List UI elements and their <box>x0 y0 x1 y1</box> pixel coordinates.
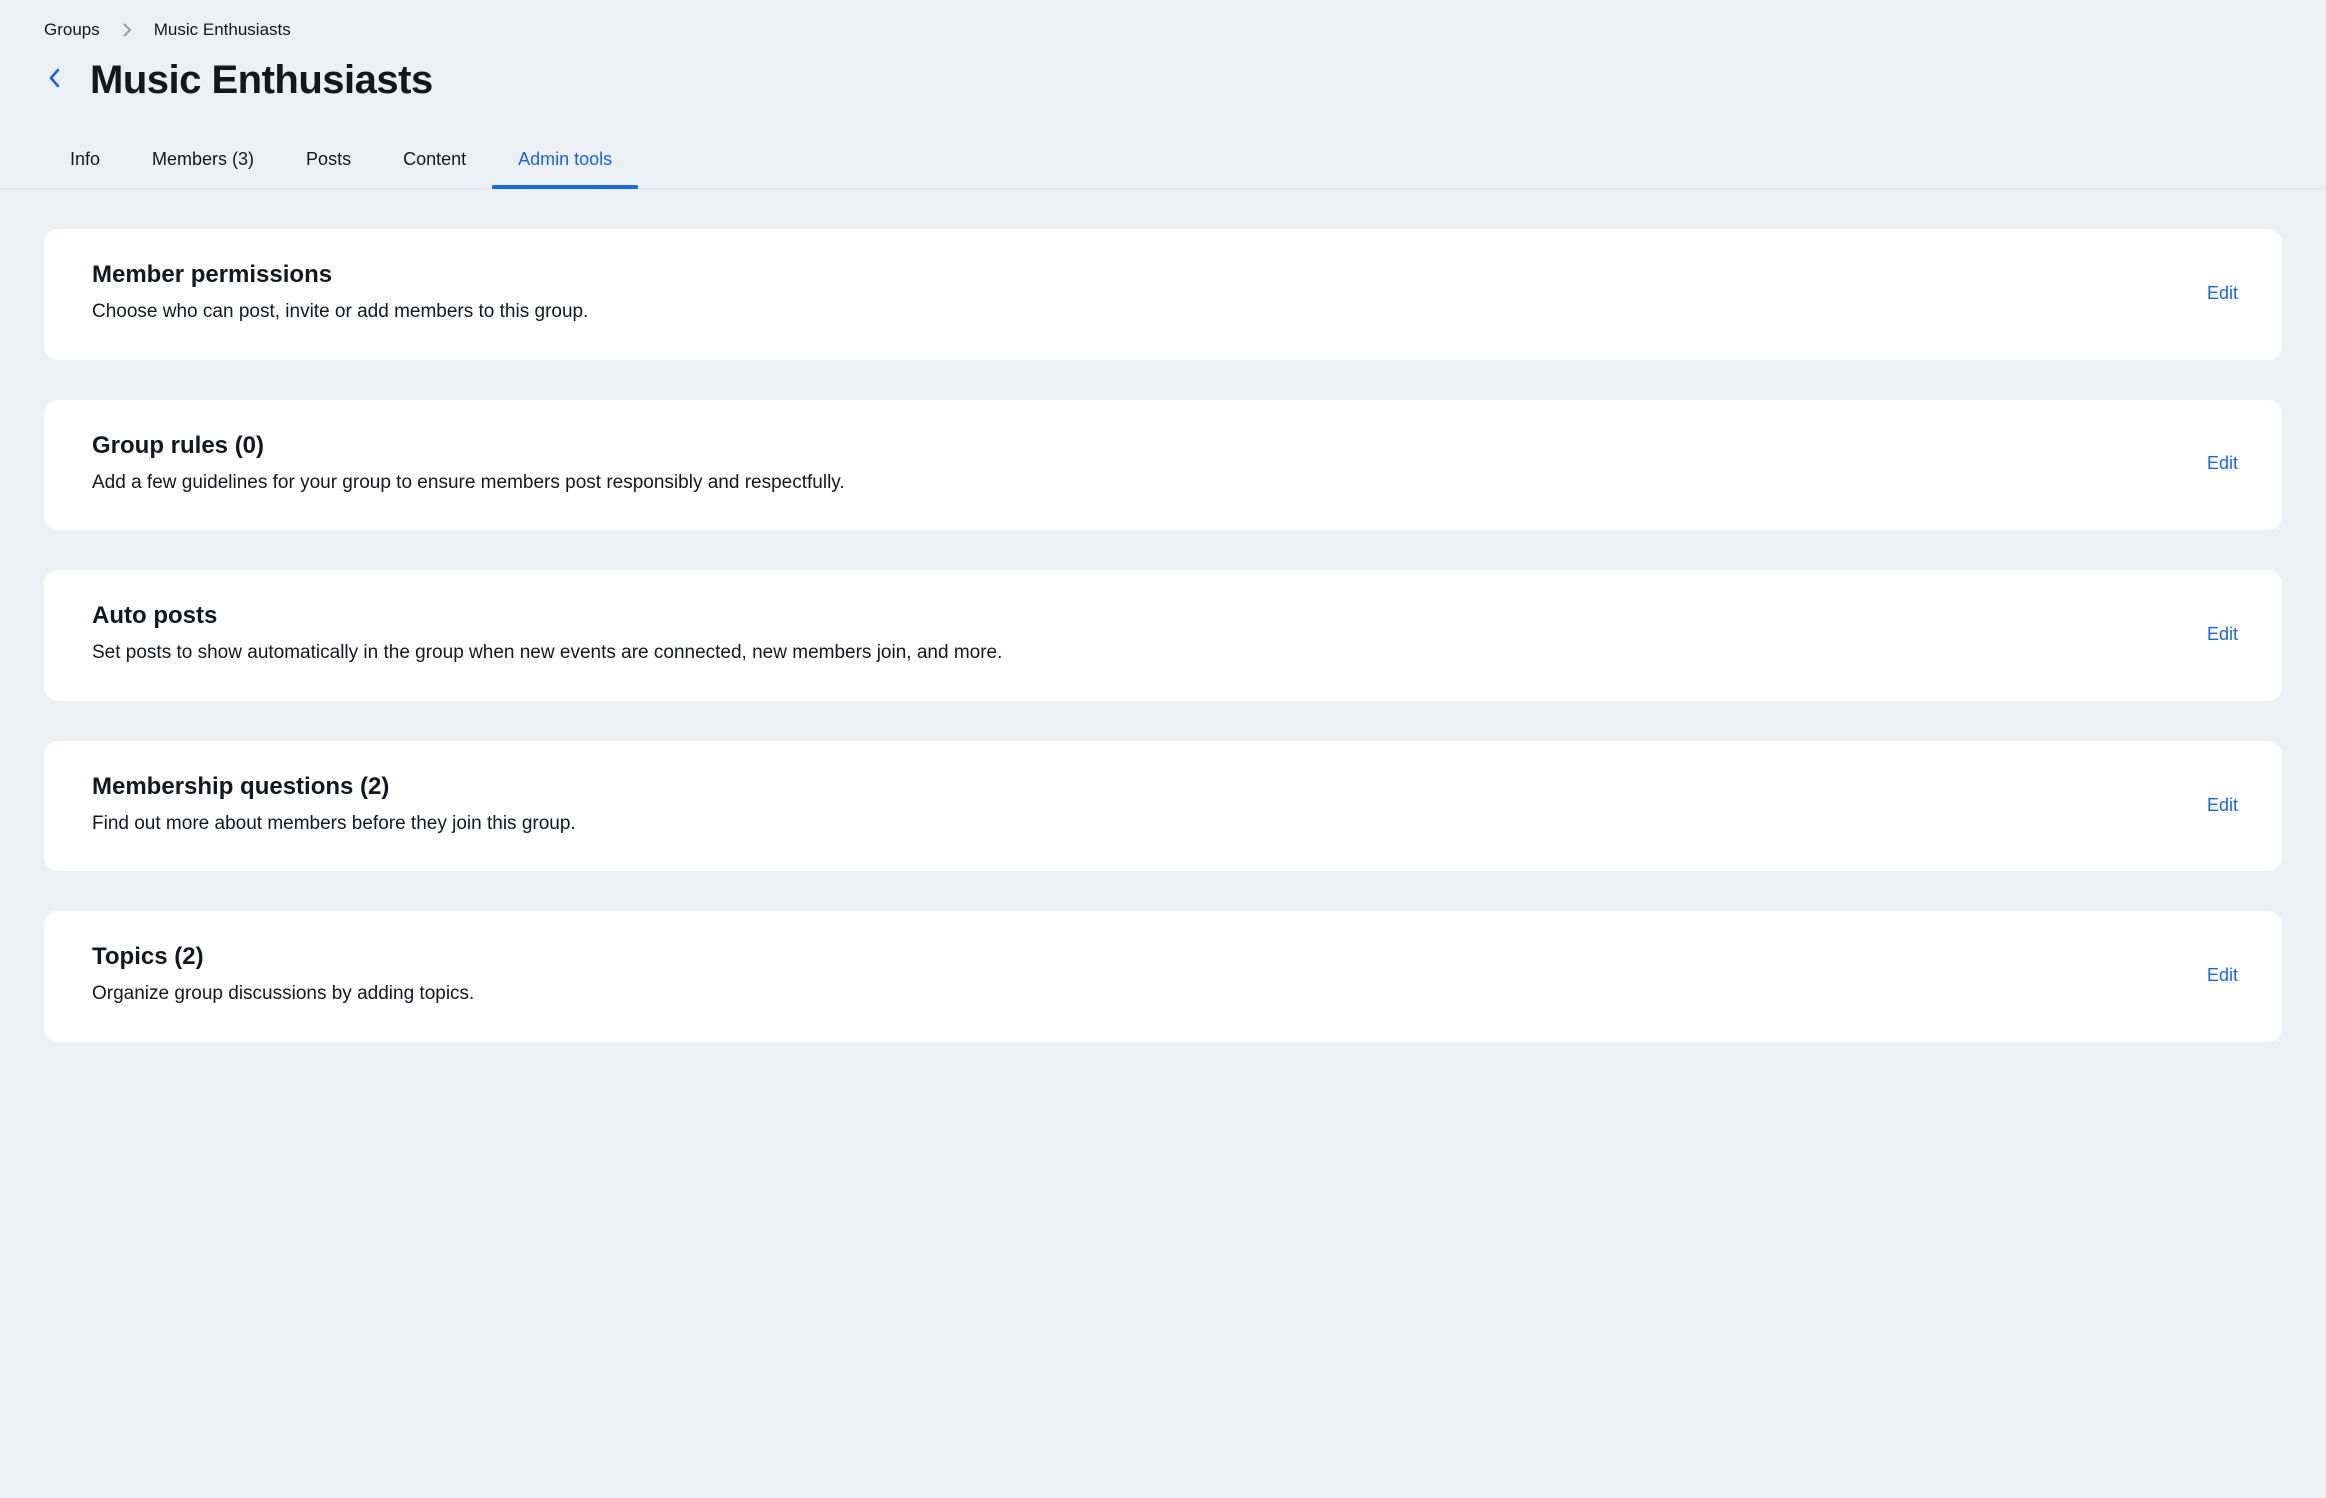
card-text: Topics (2) Organize group discussions by… <box>92 943 474 1008</box>
edit-auto-posts-button[interactable]: Edit <box>2203 620 2242 649</box>
chevron-left-icon <box>48 67 62 94</box>
card-title: Auto posts <box>92 602 1002 630</box>
tab-members[interactable]: Members (3) <box>126 135 280 188</box>
card-desc: Add a few guidelines for your group to e… <box>92 470 845 497</box>
tab-content[interactable]: Content <box>377 135 492 188</box>
card-group-rules: Group rules (0) Add a few guidelines for… <box>44 400 2282 531</box>
page-header: Music Enthusiasts <box>0 52 2326 135</box>
card-desc: Organize group discussions by adding top… <box>92 981 474 1008</box>
edit-group-rules-button[interactable]: Edit <box>2203 449 2242 478</box>
admin-tools-content: Member permissions Choose who can post, … <box>0 189 2326 1042</box>
page-title: Music Enthusiasts <box>90 58 433 103</box>
card-desc: Find out more about members before they … <box>92 811 576 838</box>
card-title: Member permissions <box>92 261 588 289</box>
breadcrumb: Groups Music Enthusiasts <box>0 0 2326 52</box>
edit-topics-button[interactable]: Edit <box>2203 961 2242 990</box>
card-title: Group rules (0) <box>92 432 845 460</box>
tab-info[interactable]: Info <box>44 135 126 188</box>
chevron-right-icon <box>122 22 132 38</box>
tabs: Info Members (3) Posts Content Admin too… <box>0 135 2326 189</box>
card-membership-questions: Membership questions (2) Find out more a… <box>44 741 2282 872</box>
breadcrumb-current: Music Enthusiasts <box>154 20 291 40</box>
card-title: Topics (2) <box>92 943 474 971</box>
tab-posts[interactable]: Posts <box>280 135 377 188</box>
card-text: Membership questions (2) Find out more a… <box>92 773 576 838</box>
tab-admin-tools[interactable]: Admin tools <box>492 135 638 188</box>
back-button[interactable] <box>44 63 66 98</box>
card-title: Membership questions (2) <box>92 773 576 801</box>
card-desc: Choose who can post, invite or add membe… <box>92 299 588 326</box>
card-text: Member permissions Choose who can post, … <box>92 261 588 326</box>
card-auto-posts: Auto posts Set posts to show automatical… <box>44 570 2282 701</box>
breadcrumb-root-link[interactable]: Groups <box>44 20 100 40</box>
card-member-permissions: Member permissions Choose who can post, … <box>44 229 2282 360</box>
card-text: Group rules (0) Add a few guidelines for… <box>92 432 845 497</box>
card-text: Auto posts Set posts to show automatical… <box>92 602 1002 667</box>
card-desc: Set posts to show automatically in the g… <box>92 640 1002 667</box>
edit-membership-questions-button[interactable]: Edit <box>2203 791 2242 820</box>
edit-member-permissions-button[interactable]: Edit <box>2203 279 2242 308</box>
card-topics: Topics (2) Organize group discussions by… <box>44 911 2282 1042</box>
